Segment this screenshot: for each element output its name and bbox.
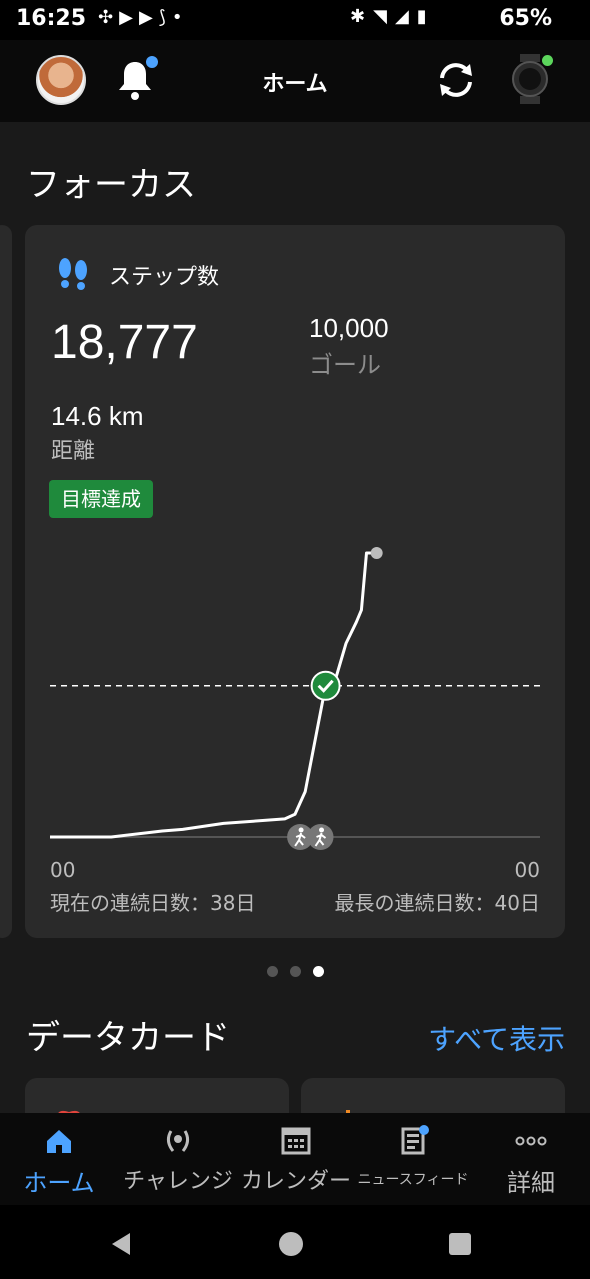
goal-achieved-badge: 目標達成 xyxy=(49,480,153,518)
footsteps-icon xyxy=(59,258,87,290)
sync-app-icon: ⟆ xyxy=(158,7,172,28)
system-navigation xyxy=(0,1205,590,1279)
nav-label-newsfeed: ニュースフィード xyxy=(357,1172,469,1188)
dot-icon: • xyxy=(171,7,189,28)
calendar-icon xyxy=(281,1127,311,1155)
current-streak: 現在の連続日数：38日 xyxy=(50,891,256,915)
notification-icons: ✣▶▶⟆• xyxy=(98,7,188,28)
battery-percent: 65% xyxy=(499,6,552,31)
home-icon xyxy=(47,1130,71,1153)
steps-chart xyxy=(50,547,540,850)
page-title: ホーム xyxy=(262,72,328,97)
distance-value: 14.6 km xyxy=(51,401,144,431)
signal-icon: ◢ xyxy=(394,6,417,27)
bottom-navigation: ホーム チャレンジ カレンダー ニュースフィード 詳細 xyxy=(0,1113,590,1205)
steps-card[interactable]: ステップ数 18,777 10,000 ゴール 14.6 km 距離 目標達成 … xyxy=(25,225,565,938)
battery-icon: ▮ xyxy=(416,6,435,27)
step-count: 18,777 xyxy=(51,316,198,369)
walk-icon-head xyxy=(298,827,304,833)
sync-icon[interactable] xyxy=(434,58,478,102)
x-axis-end-label: 00 xyxy=(514,858,540,882)
current-steps-point xyxy=(370,547,383,559)
nav-item-more[interactable]: 詳細 xyxy=(480,1113,582,1205)
previous-card-peek[interactable] xyxy=(0,225,12,938)
youtube-icon: ▶ xyxy=(138,7,159,28)
pager-dot-active[interactable] xyxy=(312,966,324,977)
back-icon[interactable] xyxy=(108,1231,134,1257)
newsfeed-icon xyxy=(401,1125,429,1155)
data-card[interactable] xyxy=(301,1078,565,1118)
goal-check-marker xyxy=(310,670,341,701)
goal-value: 10,000 xyxy=(309,313,389,343)
longest-streak: 最長の連続日数：40日 xyxy=(334,891,540,915)
distance-label: 距離 xyxy=(51,439,96,464)
youtube-icon: ▶ xyxy=(119,7,139,28)
wifi-icon: ◥ xyxy=(373,6,395,27)
data-cards-title: データカード xyxy=(26,1018,230,1058)
goal-label: ゴール xyxy=(309,351,381,379)
nav-item-home[interactable]: ホーム xyxy=(8,1113,110,1205)
status-bar: 16:25 ✣▶▶⟆• ✱◥◢▮ 65% xyxy=(0,0,590,40)
nav-label-more: 詳細 xyxy=(507,1169,555,1197)
more-icon xyxy=(515,1136,547,1146)
home-button-icon[interactable] xyxy=(278,1231,304,1257)
focus-title: フォーカス xyxy=(26,165,196,205)
nav-label-calendar: カレンダー xyxy=(240,1169,351,1194)
pinwheel-icon: ✣ xyxy=(98,7,120,28)
app-header: ホーム xyxy=(0,40,590,122)
connection-status-dot xyxy=(542,55,553,66)
see-all-link[interactable]: すべて表示 xyxy=(428,1018,565,1058)
carousel-pager xyxy=(0,962,590,981)
nav-item-newsfeed[interactable]: ニュースフィード xyxy=(354,1113,472,1205)
nav-label-home: ホーム xyxy=(23,1169,95,1197)
x-axis-start-label: 00 xyxy=(50,858,76,882)
recents-icon[interactable] xyxy=(449,1233,471,1255)
bluetooth-icon: ✱ xyxy=(350,6,374,27)
pager-dot[interactable] xyxy=(266,966,278,977)
walk-icon-head xyxy=(319,827,325,833)
pager-dot[interactable] xyxy=(289,966,301,977)
status-time: 16:25 xyxy=(16,6,87,31)
laurel-icon xyxy=(166,1130,190,1152)
nav-item-challenges[interactable]: チャレンジ xyxy=(118,1113,238,1205)
system-icons: ✱◥◢▮ xyxy=(350,6,435,27)
card-label: ステップ数 xyxy=(109,265,220,290)
nav-item-calendar[interactable]: カレンダー xyxy=(238,1113,354,1205)
nav-label-challenges: チャレンジ xyxy=(123,1169,233,1194)
data-card[interactable] xyxy=(25,1078,289,1118)
